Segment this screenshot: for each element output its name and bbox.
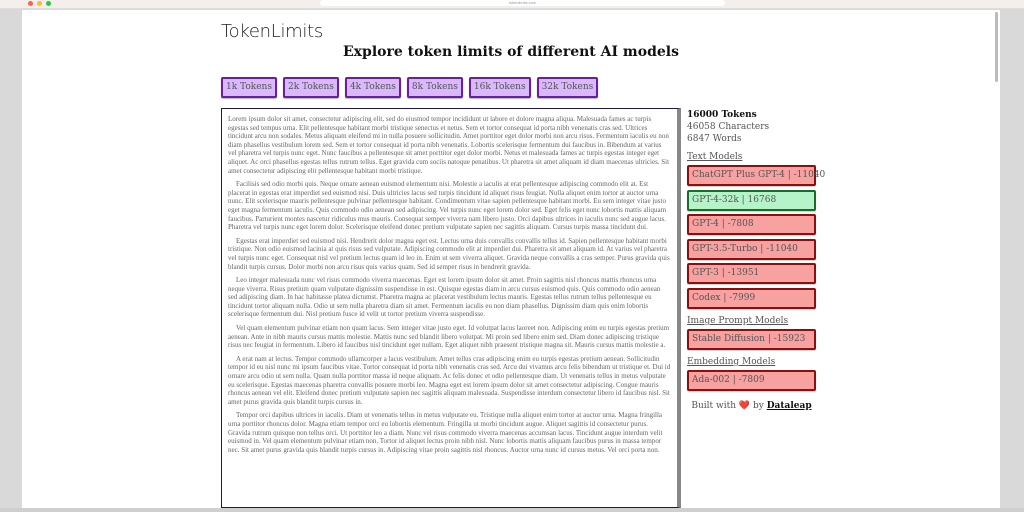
text-paragraph: Egestas erat imperdiet sed euismod nisi.… [228, 236, 670, 271]
dataleap-link[interactable]: Dataleap [767, 401, 812, 411]
text-paragraph: Facilisis sed odio morbi quis. Neque orn… [228, 180, 667, 232]
text-input-area[interactable]: Lorem ipsum dolor sit amet, consectetur … [221, 108, 681, 508]
footer-built-with: Built with [691, 400, 737, 411]
model-stable-diffusion: Stable Diffusion | -15923 [687, 328, 816, 350]
token-button-32k[interactable]: 32k Tokens [536, 77, 599, 98]
word-count: 6847 Words [687, 134, 742, 144]
heart-icon: ❤️ [738, 400, 751, 411]
window-controls[interactable] [28, 1, 51, 6]
text-paragraph: A erat nam at lectus. Tempor commodo ull… [228, 354, 671, 406]
page-title: Explore token limits of different AI mod… [343, 44, 679, 60]
token-button-8k[interactable]: 8k Tokens [406, 77, 463, 98]
section-text-models: Text Models [687, 152, 743, 162]
footer: Built with ❤️ by Dataleap [687, 401, 816, 411]
model-gpt3: GPT-3 | -13951 [687, 263, 816, 285]
text-paragraph: Lorem ipsum dolor sit amet, consectetur … [228, 115, 670, 175]
results-panel: 16000 Tokens 46058 Characters 6847 Words… [687, 109, 825, 411]
token-button-1k[interactable]: 1k Tokens [221, 77, 277, 98]
browser-toolbar: tokenlimits.com [0, 0, 1024, 9]
site-logo[interactable]: TokenLimits [221, 21, 323, 42]
character-count: 46058 Characters [687, 122, 770, 132]
text-paragraph: Vel quam elementum pulvinar etiam non qu… [228, 324, 670, 350]
token-buttons: 1k Tokens 2k Tokens 4k Tokens 8k Tokens … [221, 77, 599, 98]
address-bar[interactable]: tokenlimits.com [320, 0, 725, 6]
footer-by: by [752, 400, 764, 411]
token-button-4k[interactable]: 4k Tokens [344, 77, 401, 98]
model-ada-002: Ada-002 | -7809 [687, 369, 816, 391]
model-gpt35-turbo: GPT-3.5-Turbo | -11040 [687, 238, 816, 260]
section-image-prompt-models: Image Prompt Models [687, 315, 789, 326]
bottom-edge [0, 508, 1024, 512]
token-button-16k[interactable]: 16k Tokens [468, 77, 531, 98]
model-gpt4: GPT-4 | -7808 [687, 214, 816, 236]
text-paragraph: Tempor orci dapibus ultrices in iaculis.… [228, 411, 663, 454]
text-paragraph: Leo integer malesuada nunc vel risus com… [228, 276, 661, 319]
model-gpt4-32k: GPT-4-32k | 16768 [687, 189, 816, 211]
model-chatgpt-plus-gpt4: ChatGPT Plus GPT-4 | -11040 [687, 165, 825, 186]
token-count: 16000 Tokens [687, 110, 757, 120]
token-button-2k[interactable]: 2k Tokens [282, 77, 339, 98]
section-embedding-models: Embedding Models [687, 356, 776, 367]
model-codex: Codex | -7999 [687, 287, 816, 309]
page: TokenLimits Explore token limits of diff… [22, 10, 1000, 508]
